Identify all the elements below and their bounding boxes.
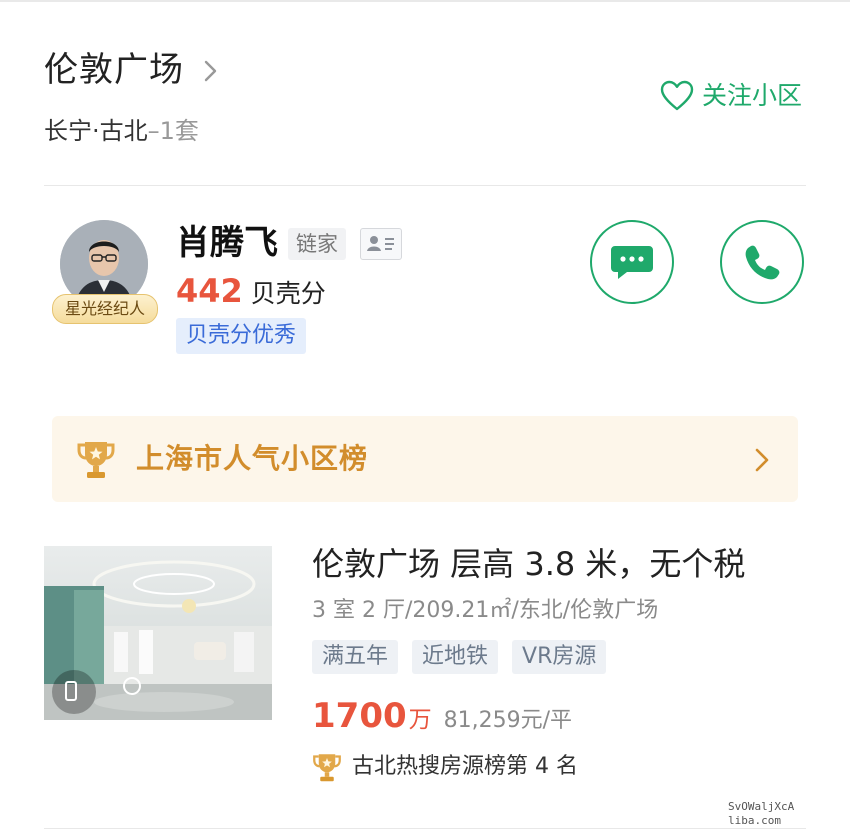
agency-tag: 链家 <box>288 228 346 260</box>
community-title[interactable]: 伦敦广场 <box>44 50 184 90</box>
agent-avatar-block[interactable]: 星光经纪人 <box>52 220 158 324</box>
agent-name[interactable]: 肖腾飞 <box>176 222 278 264</box>
community-location: 长宁·古北–1套 <box>44 114 199 148</box>
listing-count: –1套 <box>147 117 199 145</box>
total-price: 1700 <box>312 696 407 736</box>
business-card-icon[interactable] <box>360 228 402 260</box>
listing-photo[interactable] <box>44 546 272 720</box>
tag-near-subway: 近地铁 <box>412 640 499 674</box>
trophy-icon <box>77 442 115 478</box>
hot-ranking-label: 古北热搜房源榜第 4 名 <box>352 754 578 779</box>
watermark-line-1: SvOWaljXcA <box>728 800 795 813</box>
unit-price: 81,259元/平 <box>443 708 573 733</box>
tag-five-years: 满五年 <box>312 640 399 674</box>
total-price-unit: 万 <box>408 707 432 733</box>
star-agent-badge: 星光经纪人 <box>52 294 158 324</box>
call-agent-button[interactable] <box>720 220 804 304</box>
score-value: 442 <box>176 272 243 310</box>
chevron-right-icon[interactable] <box>200 58 220 84</box>
district-text: 长宁·古北 <box>44 117 148 145</box>
watermark-line-2: liba.com <box>728 814 781 827</box>
listing-price: 1700 万 81,259元/平 <box>312 696 572 740</box>
heart-icon <box>660 80 694 111</box>
watermark: SvOWaljXcA liba.com <box>728 800 794 828</box>
top-divider <box>0 0 850 2</box>
listing-tags: 满五年 近地铁 VR房源 <box>312 640 607 674</box>
listing-meta: 3 室 2 厅/209.21㎡/东北/伦敦广场 <box>312 598 659 623</box>
follow-label: 关注小区 <box>702 81 803 110</box>
ranking-banner[interactable]: 上海市人气小区榜 <box>52 416 798 502</box>
tag-vr: VR房源 <box>512 640 607 674</box>
phone-icon <box>745 245 780 280</box>
chat-bubble-icon <box>611 246 653 279</box>
trophy-icon <box>313 754 341 782</box>
ranking-label: 上海市人气小区榜 <box>136 442 369 475</box>
hot-ranking: 古北热搜房源榜第 4 名 <box>312 750 578 784</box>
chevron-right-icon <box>755 448 769 472</box>
listing-title[interactable]: 伦敦广场 层高 3.8 米，无个税 <box>312 542 745 586</box>
section-divider <box>44 185 806 186</box>
score-level-badge: 贝壳分优秀 <box>176 318 307 354</box>
message-agent-button[interactable] <box>590 220 674 304</box>
bottom-divider <box>44 828 806 829</box>
follow-community-button[interactable]: 关注小区 <box>660 78 802 114</box>
score-unit: 贝壳分 <box>250 279 326 308</box>
agent-score: 442 贝壳分 <box>176 272 326 312</box>
